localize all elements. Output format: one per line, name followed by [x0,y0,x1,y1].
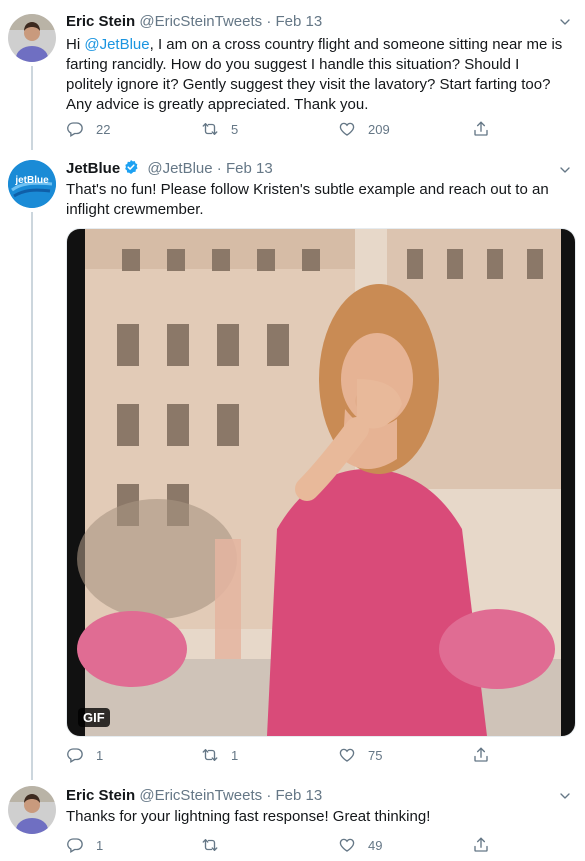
share-button[interactable] [472,120,490,138]
action-bar: 22 5 209 [66,120,506,140]
author-handle[interactable]: @JetBlue [147,160,212,177]
chevron-down-icon[interactable] [557,788,573,804]
heart-icon [338,836,356,854]
tweet-text: Hi @JetBlue, I am on a cross country fli… [66,35,566,115]
reply-count: 22 [96,121,111,137]
like-button[interactable]: 75 [338,746,382,764]
jetblue-logo-text: jetBlue [15,175,49,186]
separator-dot: · [266,13,272,30]
gif-frame-image [67,229,575,736]
share-button[interactable] [472,836,490,854]
tweet-eric-stein[interactable]: Eric Stein @EricSteinTweets · Feb 13 Hi … [0,0,585,150]
avatar-eric-stein[interactable] [8,14,56,62]
author-name[interactable]: JetBlue [66,160,120,177]
avatar-jetblue[interactable]: jetBlue [8,160,56,208]
retweet-icon [201,746,219,764]
like-count: 49 [368,837,383,853]
gif-badge: GIF [78,708,110,727]
author-name[interactable]: Eric Stein [66,13,135,30]
retweet-button[interactable]: 1 [201,746,238,764]
retweet-count: 5 [231,121,239,137]
reply-icon [66,120,84,138]
like-button[interactable]: 209 [338,120,390,138]
reply-button[interactable]: 1 [66,746,103,764]
separator-dot: · [266,787,272,804]
author-name[interactable]: Eric Stein [66,787,135,804]
author-handle[interactable]: @EricSteinTweets [139,13,262,30]
retweet-icon [201,836,219,854]
thread-line [31,66,33,150]
tweet-jetblue[interactable]: jetBlue JetBlue @JetBlue · Feb 13 That's… [0,150,585,780]
tweet-eric-stein-reply[interactable]: Eric Stein @EricSteinTweets · Feb 13 Tha… [0,780,585,861]
action-bar: 1 1 75 [66,746,506,766]
tweet-header: JetBlue @JetBlue · Feb 13 [66,159,273,179]
tweet-text-start: Hi [66,36,85,53]
reply-count: 1 [96,837,104,853]
tweet-text: Thanks for your lightning fast response!… [66,808,431,825]
retweet-button[interactable] [201,836,231,854]
reply-icon [66,836,84,854]
retweet-icon [201,120,219,138]
verified-badge-icon [125,160,138,174]
avatar-eric-stein[interactable] [8,786,56,834]
reply-count: 1 [96,747,104,763]
tweet-header: Eric Stein @EricSteinTweets · Feb 13 [66,786,322,806]
retweet-button[interactable]: 5 [201,120,238,138]
author-handle[interactable]: @EricSteinTweets [139,787,262,804]
like-count: 75 [368,747,383,763]
like-button[interactable]: 49 [338,836,382,854]
heart-icon [338,120,356,138]
tweet-header: Eric Stein @EricSteinTweets · Feb 13 [66,12,322,32]
chevron-down-icon[interactable] [557,162,573,178]
gif-media[interactable]: GIF [66,228,576,737]
retweet-count: 1 [231,747,239,763]
thread-line [31,212,33,780]
share-button[interactable] [472,746,490,764]
tweet-date[interactable]: Feb 13 [276,13,323,30]
reply-icon [66,746,84,764]
tweet-date[interactable]: Feb 13 [276,787,323,804]
separator-dot: · [216,160,222,177]
share-icon [472,746,490,764]
tweet-date[interactable]: Feb 13 [226,160,273,177]
heart-icon [338,746,356,764]
chevron-down-icon[interactable] [557,14,573,30]
mention-link[interactable]: @JetBlue [84,36,149,53]
action-bar: 1 49 [66,836,506,856]
reply-button[interactable]: 1 [66,836,103,854]
tweet-text: That's no fun! Please follow Kristen's s… [66,181,549,218]
reply-button[interactable]: 22 [66,120,110,138]
share-icon [472,120,490,138]
like-count: 209 [368,121,390,137]
share-icon [472,836,490,854]
